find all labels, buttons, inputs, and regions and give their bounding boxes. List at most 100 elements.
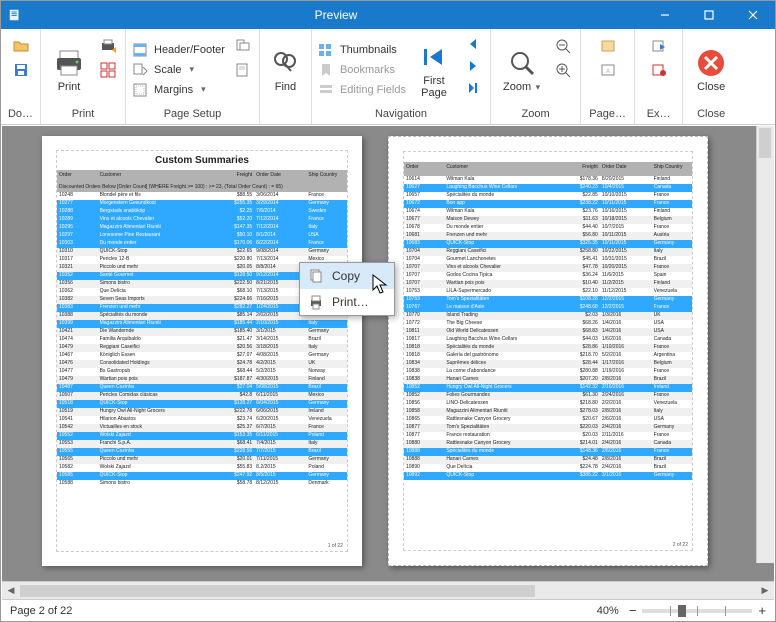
table-row[interactable]: 10565Piccolo und mehr$20.017/11/2015Germ…: [57, 456, 347, 464]
scroll-left-button[interactable]: ◀: [2, 582, 20, 600]
table-row[interactable]: 10767Le maison d'Asie$248.6812/2/2015Fra…: [404, 304, 692, 312]
table-row[interactable]: 10467Königlich Essen$27.074/08/2015Germa…: [57, 352, 347, 360]
close-button[interactable]: Close: [689, 43, 733, 97]
table-row[interactable]: 10479Reggiani Caseifici$20.563/18/2015It…: [57, 344, 347, 352]
table-row[interactable]: 10518QUICK-Stop$128.276/04/2015Germany: [57, 400, 347, 408]
minimize-button[interactable]: [643, 1, 687, 29]
table-row[interactable]: 10678Du monde entier$44.4010/7/2015Franc…: [404, 224, 692, 232]
table-row[interactable]: 10681Frenzen und mehr$56.8010/11/2015Aus…: [404, 232, 692, 240]
table-row[interactable]: 10519Hungry Owl All-Night Grocers$222.78…: [57, 408, 347, 416]
table-row[interactable]: 10704Gourmet Lanchonetes$45.4110/31/2015…: [404, 256, 692, 264]
table-row[interactable]: 10288Bergstads snabbköp$2.257/6/2014Swed…: [57, 208, 347, 216]
table-row[interactable]: 10838Hanari Carnes$207.202/8/2016Brazil: [404, 376, 692, 384]
table-row[interactable]: 10858Magazzini Alimentari Riuniti$278.03…: [404, 408, 692, 416]
table-row[interactable]: 10399Magazzini Alimentari Riuniti$185.44…: [57, 320, 347, 328]
watermark-button[interactable]: A: [597, 59, 619, 81]
table-row[interactable]: 10555Queen Cozinha$228.567/7/2015Brazil: [57, 448, 347, 456]
table-row[interactable]: 10303Du monde entier$170.068/22/2014Fran…: [57, 240, 347, 248]
table-row[interactable]: 10657Spécialités du monde$22.8510/10/201…: [404, 192, 692, 200]
table-row[interactable]: 10553Franchi S.p.A.$68.417/4/2015Italy: [57, 440, 347, 448]
table-row[interactable]: 10507Pericles Comidas clásicas$42.86/11/…: [57, 392, 347, 400]
first-page-button[interactable]: First Page: [412, 37, 456, 103]
table-row[interactable]: 10704Reggiani Caseifici$258.8010/22/2015…: [404, 248, 692, 256]
maximize-button[interactable]: [687, 1, 731, 29]
table-row[interactable]: 10277Morgenstern Gesundkost$255.353/29/2…: [57, 200, 347, 208]
table-row[interactable]: 10487Queen Cozinha$27.045/08/2015Brazil: [57, 384, 347, 392]
table-row[interactable]: 10552Wolski Zajazd$153.356/11/2015Poland: [57, 432, 347, 440]
horizontal-scrollbar[interactable]: ◀ ▶: [2, 581, 774, 599]
table-row[interactable]: 10588Simons bistro$58.788/12/2015Denmark: [57, 480, 347, 488]
open-button[interactable]: [10, 35, 32, 57]
table-row[interactable]: 10770Island Trading$2.031/3/2016UK: [404, 312, 692, 320]
table-row[interactable]: 10421Die Wandernde$185.403/1/2015Germany: [57, 328, 347, 336]
vertical-scrollbar[interactable]: [756, 126, 774, 563]
table-row[interactable]: 10627Laughing Bacchus Wine Cellars$240.2…: [404, 184, 692, 192]
table-row[interactable]: 10674Wilman Kala$23.7610/16/2015Finland: [404, 208, 692, 216]
table-row[interactable]: 10834Suprêmes délices$28.441/17/2016Belg…: [404, 360, 692, 368]
table-row[interactable]: 10892QUICK-Stop$385.223/1/2016Germany: [404, 472, 692, 480]
table-row[interactable]: 10811Old World Delicatessen$68.831/4/201…: [404, 328, 692, 336]
table-row[interactable]: 10818Galería del gastrónomo$218.705/2/20…: [404, 352, 692, 360]
table-row[interactable]: 10248Blondel père et fils$88.553/06/2014…: [57, 192, 347, 200]
table-row[interactable]: 10890Que Delícia$224.782/4/2016Brazil: [404, 464, 692, 472]
table-row[interactable]: 10877France restauration$20.032/11/2016F…: [404, 432, 692, 440]
table-row[interactable]: 10817Laughing Bacchus Wine Cellars$44.03…: [404, 336, 692, 344]
quick-print-button[interactable]: [97, 35, 119, 57]
table-row[interactable]: 10477Bs Gastropub$68.445/2/2015Norway: [57, 368, 347, 376]
table-row[interactable]: 10479Wartian pois pois$187.874/30/2015Fi…: [57, 376, 347, 384]
zoom-out-button[interactable]: [552, 35, 574, 57]
table-row[interactable]: 10772The Big Cheese$68.261/4/2016USA: [404, 320, 692, 328]
zoom-button[interactable]: Zoom ▾: [497, 43, 546, 97]
next-page-button[interactable]: [462, 59, 484, 81]
table-row[interactable]: 10289Vins et alcools Chevalier$52.207/12…: [57, 216, 347, 224]
table-row[interactable]: 10856LINO-Delicatessen$218.802/2/2016Ven…: [404, 400, 692, 408]
orientation-button[interactable]: [231, 35, 253, 57]
table-row[interactable]: 10852Folies Gourmandes$61.302/24/2016Fra…: [404, 392, 692, 400]
table-row[interactable]: 10542Victuailles en stock$25.376/7/2015F…: [57, 424, 347, 432]
table-row[interactable]: 10614Wilman Kala$178.368/20/2015Finland: [404, 176, 692, 184]
table-row[interactable]: 10852Hungry Owl All-Night Grocers$142.32…: [404, 384, 692, 392]
zoom-out-icon[interactable]: −: [629, 603, 637, 618]
table-row[interactable]: 10888Spécialités du monde$148.362/6/2016…: [404, 448, 692, 456]
table-row[interactable]: 10707Wartian pois pois$10.4011/2/2015Fin…: [404, 280, 692, 288]
preview-canvas[interactable]: Custom Summaries Order Customer Freight …: [2, 126, 774, 581]
table-row[interactable]: 10541Hilarion Abastos$23.746/20/2015Vene…: [57, 416, 347, 424]
margins-button[interactable]: Margins▾: [132, 82, 225, 98]
table-row[interactable]: 10888Hanari Carnes$24.482/8/2016Brazil: [404, 456, 692, 464]
table-row[interactable]: 10880Rattlesnake Canyon Grocery$214.012/…: [404, 440, 692, 448]
export-button[interactable]: [648, 35, 670, 57]
table-row[interactable]: 10582Wolski Zajazd$55.838.2/2015Poland: [57, 464, 347, 472]
size-button[interactable]: [231, 59, 253, 81]
scale-button[interactable]: Scale▾: [132, 62, 225, 78]
zoom-in-icon[interactable]: +: [758, 603, 766, 618]
table-row[interactable]: 10707Vins et alcools Chevalier$47.7810/2…: [404, 264, 692, 272]
zoom-in-button[interactable]: [552, 59, 574, 81]
find-button[interactable]: Find: [263, 43, 307, 97]
table-row[interactable]: 10838La corne d'abondance$280.881/19/201…: [404, 368, 692, 376]
table-row[interactable]: 10683QUICK-Stop$325.3510/11/2015Germany: [404, 240, 692, 248]
prev-page-button[interactable]: [462, 37, 484, 59]
table-row[interactable]: 10877Tom's Spezialitäten$220.032/4/2016G…: [404, 424, 692, 432]
table-row[interactable]: 10707Godos Cocina Tipica$36.2411/6/2015S…: [404, 272, 692, 280]
header-footer-button[interactable]: Header/Footer: [132, 42, 225, 58]
print-button[interactable]: Print: [47, 43, 91, 97]
page-1[interactable]: Custom Summaries Order Customer Freight …: [42, 136, 362, 566]
save-button[interactable]: [10, 59, 32, 81]
export-pdf-button[interactable]: [648, 59, 670, 81]
table-row[interactable]: 10753Tom's Spezialitäten$108.2812/2/2015…: [404, 296, 692, 304]
zoom-slider[interactable]: − +: [629, 603, 766, 618]
thumbnails-button[interactable]: Thumbnails: [318, 42, 406, 58]
page-2[interactable]: Order Customer Freight Order Date Ship C…: [388, 136, 708, 566]
table-row[interactable]: 10585QUICK-Stop$247.928/5/2015Germany: [57, 472, 347, 480]
table-row[interactable]: 10753LILA-Supermercado$22.1011/12/2015Ve…: [404, 288, 692, 296]
last-page-button[interactable]: [462, 81, 484, 103]
close-window-button[interactable]: [731, 1, 775, 29]
table-row[interactable]: 10295Magazzini Alimentari Riuniti$147.35…: [57, 224, 347, 232]
table-row[interactable]: 10476Consolidated Holdings$24.784/2/2015…: [57, 360, 347, 368]
table-row[interactable]: 10677Maison Dewey$11.6310/18/2015Belgium: [404, 216, 692, 224]
table-row[interactable]: 10672Bon app$238.2210/11/2015France: [404, 200, 692, 208]
page-color-button[interactable]: [597, 35, 619, 57]
table-row[interactable]: 10474Familia Arquibaldo$21.473/14/2015Br…: [57, 336, 347, 344]
table-row[interactable]: 10297Lonesome Pine Restaurant$50.108/1/2…: [57, 232, 347, 240]
table-row[interactable]: 10865Rattlesnake Canyon Grocery$20.672/6…: [404, 416, 692, 424]
